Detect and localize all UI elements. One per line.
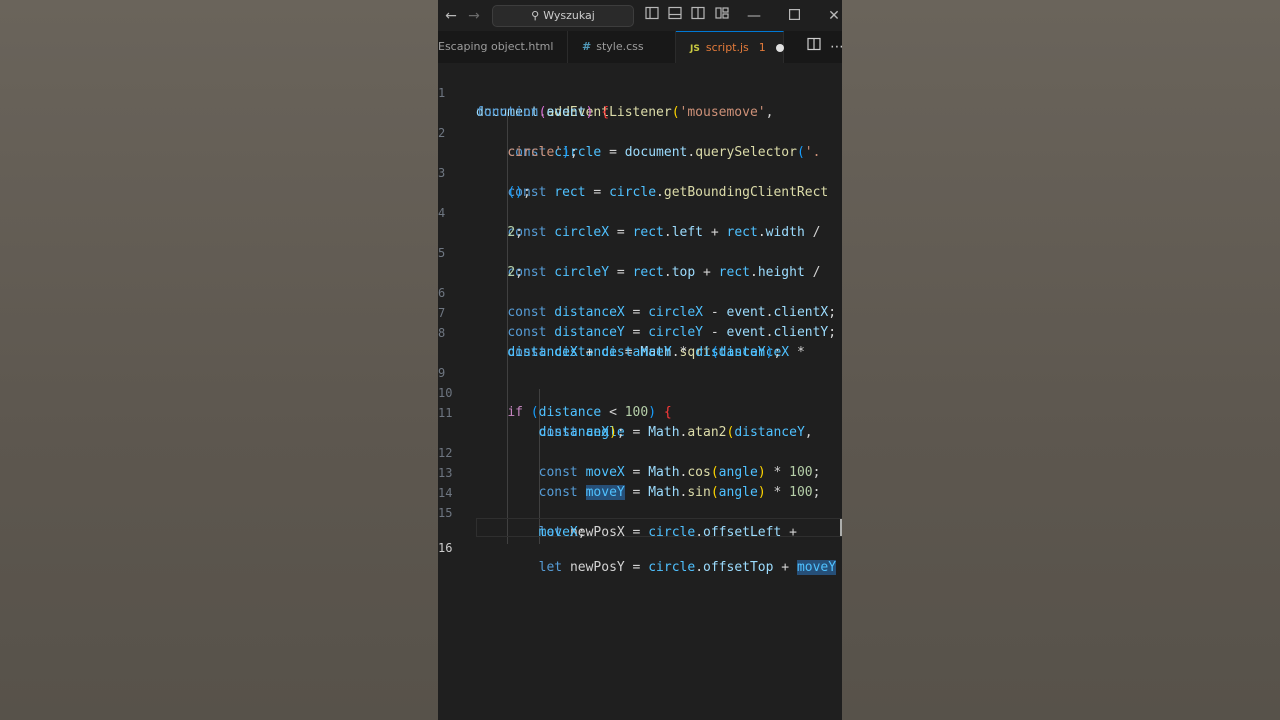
code-line: 3 const rect = circle.getBoundingClientR… xyxy=(438,143,842,200)
close-window-icon[interactable]: ✕ xyxy=(824,6,842,26)
tab-escaping-object-html[interactable]: Escaping object.html xyxy=(438,31,568,63)
problems-count: 1 xyxy=(758,41,766,54)
line-text: let newPosY = circle.offsetTop + moveY xyxy=(538,560,837,575)
code-line: 13 const moveY = Math.sin(angle) * 100; xyxy=(438,443,842,500)
vscode-window: ← → ⚲ Wyszukaj — ✕ Escaping object.html #… xyxy=(438,0,842,720)
unsaved-dot-icon[interactable] xyxy=(775,44,784,52)
code-line: 12 const moveX = Math.cos(angle) * 100; xyxy=(438,423,842,480)
tab-script-js[interactable]: JS script.js 1 xyxy=(676,31,784,63)
more-actions-icon[interactable]: ⋯ xyxy=(827,37,842,57)
maximize-icon[interactable] xyxy=(784,6,804,26)
background-left xyxy=(0,0,438,720)
code-line: 9 xyxy=(438,343,842,380)
split-editor-icon[interactable] xyxy=(804,37,824,57)
code-line: 6 const distanceX = circleX - event.clie… xyxy=(438,263,842,320)
code-line: 1 document.addEventListener('mousemove', xyxy=(438,63,842,120)
minimize-icon[interactable]: — xyxy=(744,6,764,26)
code-line: distanceX + distanceY * distanceY); xyxy=(438,323,842,360)
code-line: distanceX); xyxy=(438,403,842,440)
editor-tab-bar: Escaping object.html # style.css JS script… xyxy=(438,31,842,64)
code-line: 7 const distanceY = circleY - event.clie… xyxy=(438,283,842,340)
customize-layout-icon[interactable] xyxy=(712,6,732,26)
tab-style-css[interactable]: # style.css xyxy=(568,31,676,63)
toggle-secondary-sidebar-icon[interactable] xyxy=(688,6,708,26)
text-cursor xyxy=(840,519,842,536)
code-line: 16 let newPosY = circle.offsetTop + move… xyxy=(438,518,842,575)
tab-label: Escaping object.html xyxy=(438,40,554,53)
code-line: function(event) { xyxy=(438,83,842,120)
background-right xyxy=(842,0,1280,720)
code-line: 2; xyxy=(438,243,842,280)
tab-label: style.css xyxy=(596,40,644,53)
code-line: 5 const circleY = rect.top + rect.height… xyxy=(438,223,842,280)
js-file-icon: JS xyxy=(690,44,700,54)
code-line: 11 const angle = Math.atan2(distanceY, xyxy=(438,383,842,440)
code-line: 4 const circleX = rect.left + rect.width… xyxy=(438,183,842,240)
back-arrow-icon[interactable]: ← xyxy=(441,6,461,26)
code-line: 8 const distance = Math.sqrt(distanceX * xyxy=(438,303,842,360)
code-editor[interactable]: 1 document.addEventListener('mousemove',… xyxy=(438,63,842,720)
line-number: 16 xyxy=(438,541,453,555)
title-bar: ← → ⚲ Wyszukaj — ✕ xyxy=(438,0,842,31)
forward-arrow-icon[interactable]: → xyxy=(464,6,484,26)
toggle-primary-sidebar-icon[interactable] xyxy=(642,6,662,26)
code-line: 2; xyxy=(438,203,842,240)
code-line: 2 const circle = document.querySelector(… xyxy=(438,103,842,160)
code-line: circle'); xyxy=(438,123,842,160)
code-line: 14 xyxy=(438,463,842,500)
code-line: 15 let newPosX = circle.offsetLeft + xyxy=(438,483,842,540)
css-file-icon: # xyxy=(582,40,592,53)
search-label: Wyszukaj xyxy=(543,9,595,22)
command-center-search[interactable]: ⚲ Wyszukaj xyxy=(492,5,634,27)
toggle-panel-icon[interactable] xyxy=(665,6,685,26)
code-line: (); xyxy=(438,163,842,200)
search-icon: ⚲ xyxy=(531,9,540,22)
tab-label: script.js xyxy=(705,41,749,54)
code-line: 10 if (distance < 100) { xyxy=(438,363,842,420)
